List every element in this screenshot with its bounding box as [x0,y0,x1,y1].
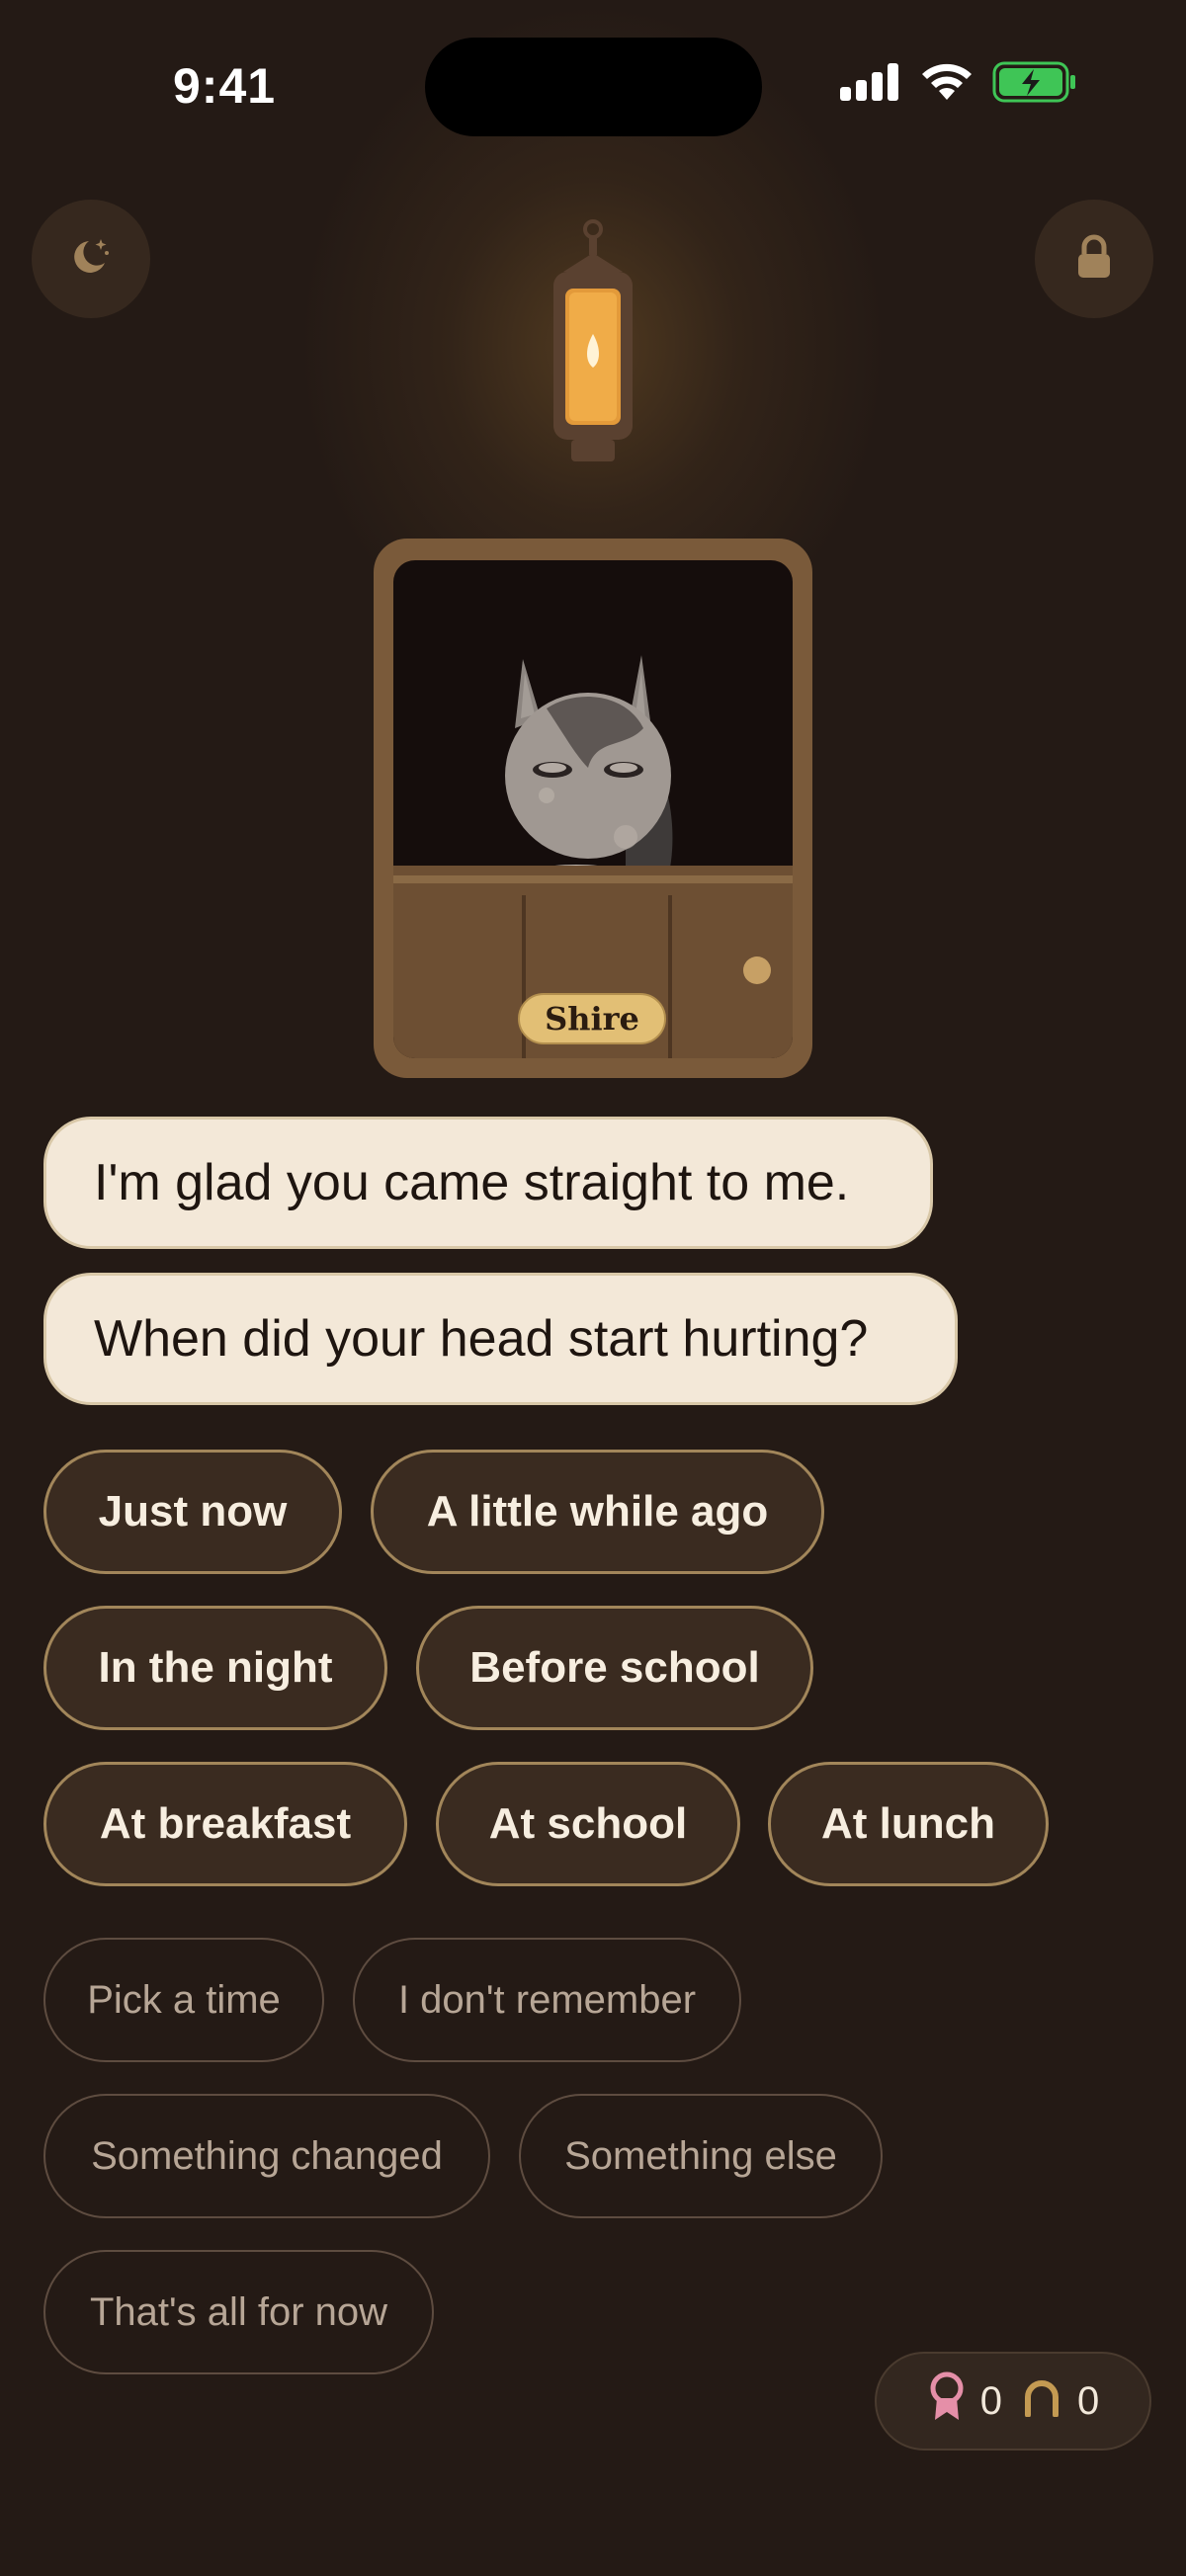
choice-in-the-night[interactable]: In the night [43,1606,387,1730]
dynamic-island [425,38,762,136]
lock-button[interactable] [1035,200,1153,318]
status-time: 9:41 [173,58,277,114]
moon-stars-icon [67,233,115,286]
lock-icon [1074,234,1114,285]
horseshoe-score: 0 [1020,2375,1099,2427]
choice-i-dont-remember[interactable]: I don't remember [353,1938,741,2062]
cellular-signal-icon [840,63,901,106]
ribbon-count: 0 [979,2378,1002,2423]
wifi-icon [919,62,974,107]
door-rail [393,875,793,883]
door-panel-divider [668,895,672,1058]
choice-thats-all-for-now[interactable]: That's all for now [43,2250,434,2374]
stable-window [393,560,793,1058]
score-counter[interactable]: 0 0 [875,2352,1151,2451]
choice-at-school[interactable]: At school [436,1762,740,1886]
choice-at-lunch[interactable]: At lunch [768,1762,1049,1886]
choice-something-else[interactable]: Something else [519,2094,883,2218]
door-knob [743,956,771,984]
status-icons [840,61,1077,108]
message-bubble: When did your head start hurting? [43,1273,958,1405]
message-bubble: I'm glad you came straight to me. [43,1117,933,1249]
choice-pick-a-time[interactable]: Pick a time [43,1938,324,2062]
battery-charging-icon [992,61,1077,108]
character-name-plate: Shire [518,993,666,1044]
horseshoe-icon [1020,2375,1063,2427]
night-mode-button[interactable] [32,200,150,318]
choice-a-little-while-ago[interactable]: A little while ago [371,1450,824,1574]
choice-just-now[interactable]: Just now [43,1450,342,1574]
ribbon-score: 0 [927,2370,1002,2432]
choice-at-breakfast[interactable]: At breakfast [43,1762,407,1886]
lantern-icon [534,217,652,484]
choice-before-school[interactable]: Before school [416,1606,813,1730]
ribbon-icon [927,2370,967,2432]
choice-something-changed[interactable]: Something changed [43,2094,490,2218]
character-stable: Shire [374,539,812,1078]
horse-character[interactable] [477,649,695,892]
horseshoe-count: 0 [1077,2378,1100,2423]
